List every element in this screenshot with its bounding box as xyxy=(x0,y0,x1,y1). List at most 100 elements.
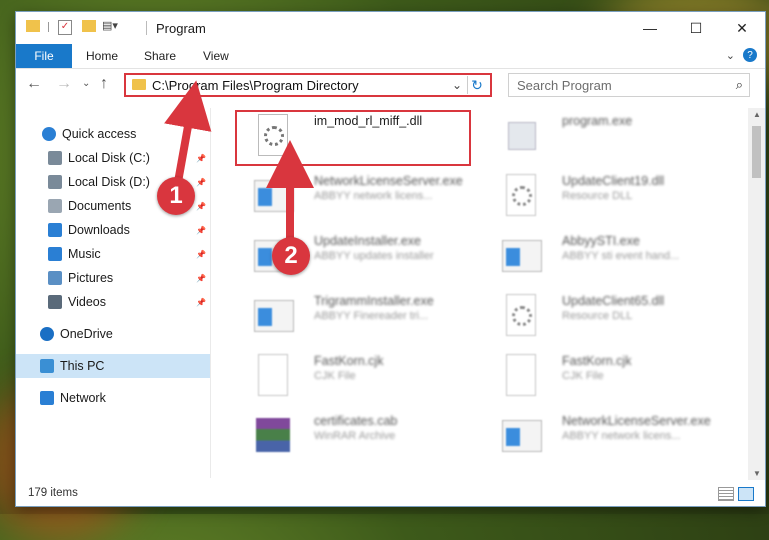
sidebar-item-onedrive[interactable]: OneDrive xyxy=(16,322,210,346)
sidebar-item-music[interactable]: Music 📌 xyxy=(16,242,210,266)
address-path[interactable]: C:\Program Files\Program Directory xyxy=(152,78,359,93)
folder-icon xyxy=(132,79,146,90)
file-item[interactable]: NetworkLicenseServer.exe ABBYY network li… xyxy=(484,408,724,464)
large-icons-view-icon[interactable] xyxy=(738,487,754,501)
vertical-scrollbar[interactable]: ▲ ▼ xyxy=(748,108,765,480)
title-divider xyxy=(146,21,147,35)
navigation-bar: ← → ⌄ ↑ C:\Program Files\Program Directo… xyxy=(16,69,765,101)
address-bar[interactable]: C:\Program Files\Program Directory ⌄ ↻ xyxy=(124,73,492,97)
file-description: Resource DLL xyxy=(562,310,633,322)
sidebar-item-label: Pictures xyxy=(68,271,114,285)
file-description: ABBYY Finereader tri... xyxy=(314,310,429,322)
file-item[interactable]: FastKorn.cjk CJK File xyxy=(484,348,724,404)
pane-divider[interactable] xyxy=(210,108,211,478)
file-name: AbbyySTI.exe xyxy=(562,234,640,248)
computer-icon xyxy=(40,359,54,373)
item-count: 179 items xyxy=(28,487,78,499)
file-item[interactable]: program.exe xyxy=(484,108,724,164)
recent-locations-chevron-icon[interactable]: ⌄ xyxy=(82,78,90,89)
selected-file-highlight xyxy=(235,110,471,166)
close-button[interactable]: ✕ xyxy=(719,12,765,44)
file-item[interactable]: FastKorn.cjk CJK File xyxy=(236,348,476,404)
sidebar-item-downloads[interactable]: Downloads 📌 xyxy=(16,218,210,242)
sidebar-item-label: Quick access xyxy=(62,127,137,141)
forward-arrow-icon[interactable]: → xyxy=(56,75,72,93)
file-description: ABBYY network licens... xyxy=(314,190,433,202)
sidebar-item-label: This PC xyxy=(60,359,105,373)
app-window-icon xyxy=(502,234,542,278)
pin-icon[interactable]: 📌 xyxy=(196,178,206,187)
folder-icon xyxy=(26,20,40,32)
pin-icon[interactable]: 📌 xyxy=(196,154,206,163)
title-bar: ✓ ▤▾ Program — ☐ ✕ xyxy=(16,12,765,44)
customize-quick-access-icon[interactable]: ▤▾ xyxy=(102,19,118,32)
sidebar-item-pictures[interactable]: Pictures 📌 xyxy=(16,266,210,290)
tab-view[interactable]: View xyxy=(203,44,229,68)
file-name: FastKorn.cjk xyxy=(314,354,384,368)
properties-icon[interactable]: ✓ xyxy=(58,20,72,35)
file-name: program.exe xyxy=(562,114,633,128)
pictures-icon xyxy=(48,271,62,285)
file-item[interactable]: UpdateClient65.dll Resource DLL xyxy=(484,288,724,344)
navigation-pane: Quick access Local Disk (C:) 📌 Local Disk (… xyxy=(16,108,210,480)
program-icon xyxy=(502,114,540,158)
pin-icon[interactable]: 📌 xyxy=(196,274,206,283)
step-2-badge: 2 xyxy=(272,237,310,275)
dll-icon xyxy=(502,294,540,338)
search-box[interactable]: Search Program ⌕ xyxy=(508,73,750,97)
minimize-button[interactable]: — xyxy=(627,12,673,44)
sidebar-item-label: OneDrive xyxy=(60,327,113,341)
pin-icon[interactable]: 📌 xyxy=(196,250,206,259)
new-folder-icon[interactable] xyxy=(82,20,96,32)
cloud-icon xyxy=(40,327,54,341)
tab-home[interactable]: Home xyxy=(86,44,118,68)
back-arrow-icon[interactable]: ← xyxy=(26,75,42,93)
refresh-icon[interactable]: ↻ xyxy=(467,76,486,94)
help-icon[interactable]: ? xyxy=(743,48,757,62)
pin-icon[interactable]: 📌 xyxy=(196,298,206,307)
pin-icon[interactable]: 📌 xyxy=(196,202,206,211)
music-icon xyxy=(48,247,62,261)
file-description: Resource DLL xyxy=(562,190,633,202)
dll-icon xyxy=(502,174,540,218)
app-window-icon xyxy=(254,294,294,338)
search-placeholder: Search Program xyxy=(517,78,612,93)
sidebar-item-label: Network xyxy=(60,391,106,405)
scrollbar-thumb[interactable] xyxy=(752,126,761,178)
file-description: ABBYY updates installer xyxy=(314,250,434,262)
file-description: CJK File xyxy=(562,370,604,382)
maximize-button[interactable]: ☐ xyxy=(673,12,719,44)
blank-file-icon xyxy=(254,354,292,398)
file-item[interactable]: UpdateClient19.dll Resource DLL xyxy=(484,168,724,224)
app-window-icon xyxy=(254,174,294,218)
file-description: ABBYY sti event hand... xyxy=(562,250,680,262)
file-item[interactable]: NetworkLicenseServer.exe ABBYY network li… xyxy=(236,168,476,224)
file-item[interactable]: AbbyySTI.exe ABBYY sti event hand... xyxy=(484,228,724,284)
sidebar-item-network[interactable]: Network xyxy=(16,386,210,410)
scroll-down-icon[interactable]: ▼ xyxy=(753,469,761,478)
tab-share[interactable]: Share xyxy=(144,44,176,68)
app-window-icon xyxy=(502,414,542,458)
sidebar-item-videos[interactable]: Videos 📌 xyxy=(16,290,210,314)
blank-file-icon xyxy=(502,354,540,398)
drive-icon xyxy=(48,151,62,165)
sidebar-item-quick-access[interactable]: Quick access xyxy=(16,122,210,146)
expand-ribbon-chevron-icon[interactable]: ⌄ xyxy=(726,49,735,62)
sidebar-item-label: Local Disk (C:) xyxy=(68,151,150,165)
address-dropdown-chevron-icon[interactable]: ⌄ xyxy=(452,78,462,92)
up-arrow-icon[interactable]: ↑ xyxy=(100,75,108,93)
winrar-icon xyxy=(254,414,292,458)
status-bar: 179 items xyxy=(16,484,765,506)
file-name: UpdateClient19.dll xyxy=(562,174,665,188)
file-name: UpdateClient65.dll xyxy=(562,294,665,308)
details-view-icon[interactable] xyxy=(718,487,734,501)
scroll-up-icon[interactable]: ▲ xyxy=(753,110,761,119)
file-item[interactable]: certificates.cab WinRAR Archive xyxy=(236,408,476,464)
pin-icon[interactable]: 📌 xyxy=(196,226,206,235)
sidebar-item-local-disk-c[interactable]: Local Disk (C:) 📌 xyxy=(16,146,210,170)
file-item[interactable]: TrigrammInstaller.exe ABBYY Finereader tr… xyxy=(236,288,476,344)
documents-icon xyxy=(48,199,62,213)
tab-file[interactable]: File xyxy=(16,44,72,68)
search-icon[interactable]: ⌕ xyxy=(736,77,743,93)
sidebar-item-this-pc[interactable]: This PC xyxy=(16,354,210,378)
